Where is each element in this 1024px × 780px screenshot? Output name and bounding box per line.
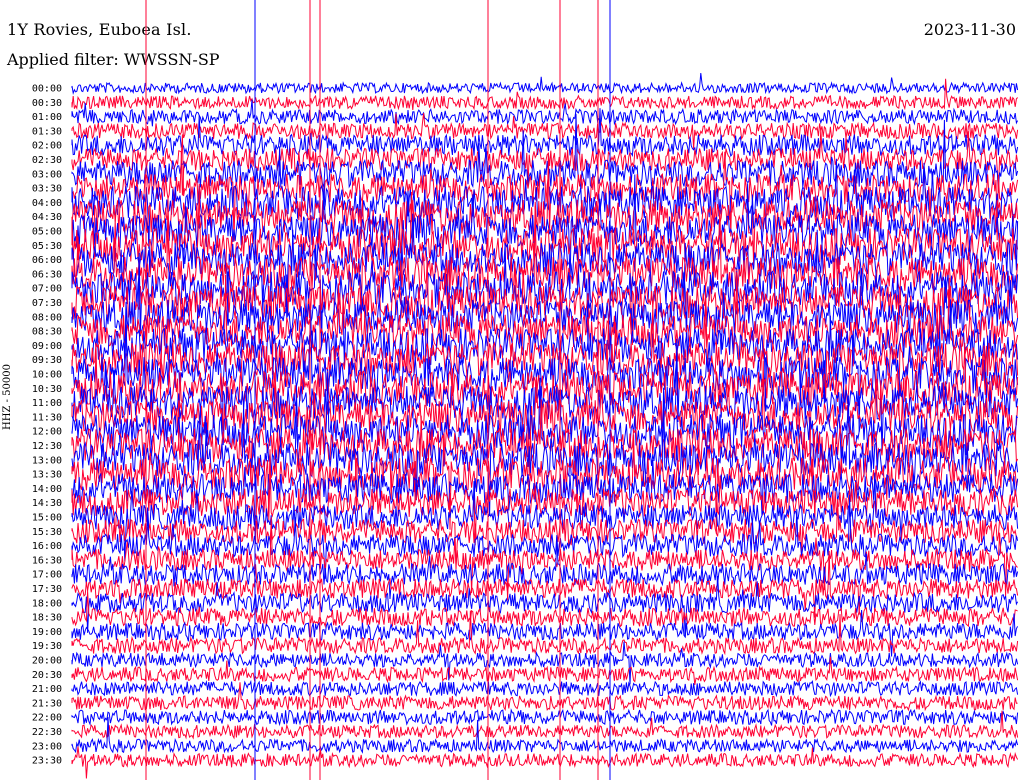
trace-line-2330 bbox=[71, 746, 1019, 779]
time-tick-label: 23:00 bbox=[32, 741, 62, 752]
time-tick-label: 00:30 bbox=[32, 98, 62, 109]
time-tick-label: 20:00 bbox=[32, 656, 62, 667]
trace-line-0100 bbox=[71, 99, 1019, 127]
time-tick-label: 02:00 bbox=[32, 141, 62, 152]
time-tick-label: 23:30 bbox=[32, 756, 62, 767]
time-tick-label: 07:30 bbox=[32, 298, 62, 309]
time-tick-label: 22:00 bbox=[32, 713, 62, 724]
time-tick-label: 21:30 bbox=[32, 698, 62, 709]
time-tick-label: 00:00 bbox=[32, 84, 62, 95]
time-tick-label: 07:00 bbox=[32, 284, 62, 295]
time-tick-label: 10:00 bbox=[32, 370, 62, 381]
time-tick-label: 19:30 bbox=[32, 641, 62, 652]
time-tick-label: 12:00 bbox=[32, 427, 62, 438]
time-tick-label: 05:30 bbox=[32, 241, 62, 252]
trace-line-2100 bbox=[71, 679, 1019, 698]
time-tick-label: 21:00 bbox=[32, 684, 62, 695]
time-tick-label: 15:00 bbox=[32, 513, 62, 524]
time-tick-label: 04:00 bbox=[32, 198, 62, 209]
time-tick-label: 22:30 bbox=[32, 727, 62, 738]
time-tick-label: 17:00 bbox=[32, 570, 62, 581]
time-tick-label: 15:30 bbox=[32, 527, 62, 538]
time-tick-label: 01:30 bbox=[32, 126, 62, 137]
time-tick-label: 06:00 bbox=[32, 255, 62, 266]
time-tick-label: 19:00 bbox=[32, 627, 62, 638]
time-tick-label: 11:30 bbox=[32, 412, 62, 423]
time-tick-label: 11:00 bbox=[32, 398, 62, 409]
time-tick-label: 04:30 bbox=[32, 212, 62, 223]
time-tick-label: 02:30 bbox=[32, 155, 62, 166]
time-tick-label: 09:00 bbox=[32, 341, 62, 352]
time-tick-label: 13:30 bbox=[32, 470, 62, 481]
time-tick-label: 13:00 bbox=[32, 455, 62, 466]
time-tick-label: 18:30 bbox=[32, 613, 62, 624]
helicorder-plot: 00:00 00:30 01:00 01:30 02:00 02:30 03:00 03:30… bbox=[32, 0, 1019, 780]
time-tick-label: 18:00 bbox=[32, 598, 62, 609]
time-tick-label: 12:30 bbox=[32, 441, 62, 452]
time-tick-label: 03:30 bbox=[32, 184, 62, 195]
trace-line-2200 bbox=[71, 708, 1019, 727]
time-tick-label: 05:00 bbox=[32, 227, 62, 238]
trace-line-0030 bbox=[71, 78, 1018, 111]
time-tick-label: 17:30 bbox=[32, 584, 62, 595]
time-tick-label: 20:30 bbox=[32, 670, 62, 681]
time-tick-label: 09:30 bbox=[32, 355, 62, 366]
time-tick-label: 16:00 bbox=[32, 541, 62, 552]
time-tick-label: 01:00 bbox=[32, 112, 62, 123]
time-tick-label: 08:30 bbox=[32, 327, 62, 338]
time-tick-label: 08:00 bbox=[32, 312, 62, 323]
time-tick-label: 14:00 bbox=[32, 484, 62, 495]
time-tick-label: 10:30 bbox=[32, 384, 62, 395]
time-tick-label: 16:30 bbox=[32, 555, 62, 566]
time-tick-label: 03:00 bbox=[32, 169, 62, 180]
time-tick-label: 06:30 bbox=[32, 269, 62, 280]
trace-line-0000 bbox=[71, 72, 1019, 96]
time-tick-label: 14:30 bbox=[32, 498, 62, 509]
